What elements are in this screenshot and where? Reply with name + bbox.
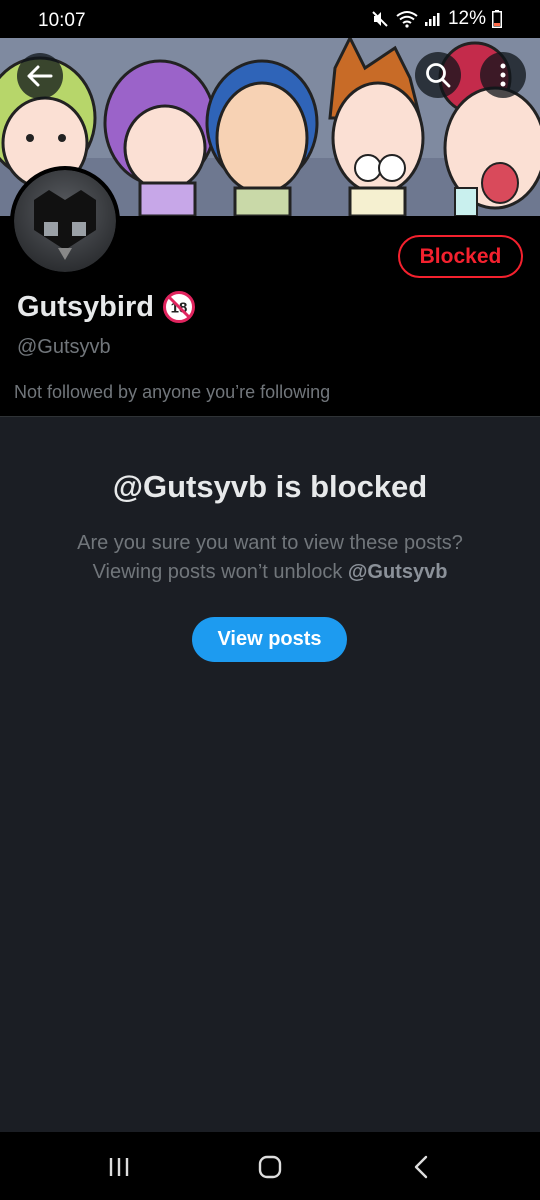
blocked-description-line2: Viewing posts won’t unblock @Gutsyvb xyxy=(0,558,540,587)
blocked-description-handle: @Gutsyvb xyxy=(347,561,448,583)
view-posts-label: View posts xyxy=(217,628,322,650)
blocked-button-label: Blocked xyxy=(419,244,502,268)
back-button[interactable] xyxy=(17,53,63,99)
blocked-description-line1: Are you sure you want to view these post… xyxy=(77,532,463,554)
profile-display-name: Gutsybird 18 xyxy=(17,290,196,324)
profile-handle: @Gutsyvb xyxy=(17,336,111,358)
status-time: 10:07 xyxy=(38,10,86,31)
recent-apps-icon xyxy=(109,1158,129,1176)
home-icon xyxy=(258,1155,282,1179)
status-bar: 10:07 12% xyxy=(0,0,540,40)
display-name-text: Gutsybird xyxy=(17,290,154,323)
home-button[interactable] xyxy=(250,1152,290,1182)
avatar-image xyxy=(14,170,116,272)
recent-apps-button[interactable] xyxy=(99,1152,139,1182)
search-button[interactable] xyxy=(415,52,461,98)
battery-percent: 12% xyxy=(447,8,486,29)
mute-icon xyxy=(372,11,388,27)
blocked-button[interactable]: Blocked xyxy=(398,235,523,278)
back-arrow-icon xyxy=(27,65,53,87)
back-icon xyxy=(414,1155,428,1179)
more-vertical-icon xyxy=(500,63,506,87)
blocked-notice-panel: @Gutsyvb is blocked Are you sure you wan… xyxy=(0,416,540,1133)
system-nav-bar xyxy=(0,1132,540,1200)
view-posts-button[interactable]: View posts xyxy=(192,617,347,662)
blocked-title: @Gutsyvb is blocked xyxy=(112,469,428,504)
search-icon xyxy=(426,63,451,88)
back-nav-button[interactable] xyxy=(401,1152,441,1182)
battery-icon xyxy=(492,10,502,28)
avatar[interactable] xyxy=(10,166,120,276)
blocked-description-prefix: Viewing posts won’t unblock xyxy=(92,561,348,583)
blocked-description: Are you sure you want to view these post… xyxy=(0,529,540,587)
wifi-icon xyxy=(396,11,418,28)
more-options-button[interactable] xyxy=(480,52,526,98)
followers-you-know: Not followed by anyone you’re following xyxy=(14,382,331,402)
signal-icon xyxy=(424,13,440,26)
adult-content-badge-icon: 18 xyxy=(162,291,195,323)
status-icons: 12% xyxy=(370,8,502,30)
